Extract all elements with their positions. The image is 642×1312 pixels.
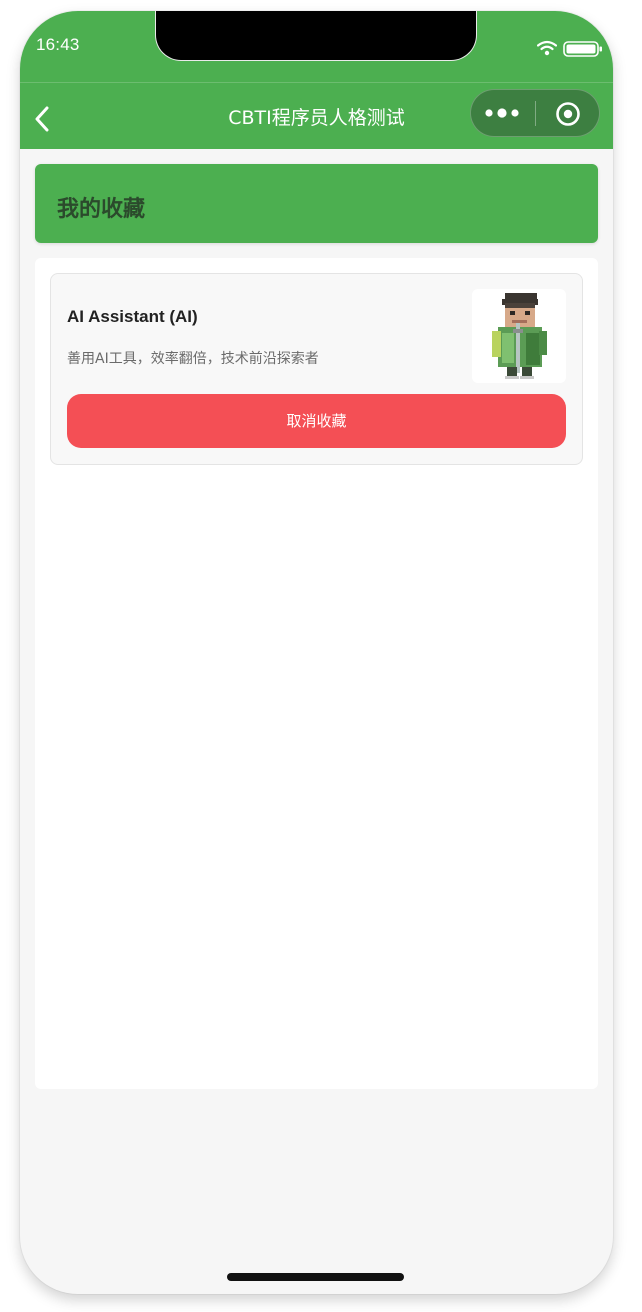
header-divider bbox=[20, 82, 613, 83]
phone-screen: 16:43 CBTI程序员人格测试 我的收藏 AI Assistant (AI)… bbox=[20, 11, 613, 1294]
status-time: 16:43 bbox=[36, 35, 80, 54]
favorite-description: 善用AI工具，效率翻倍，技术前沿探索者 bbox=[67, 351, 319, 367]
pixel-warrior-icon bbox=[492, 293, 547, 379]
capsule-separator bbox=[535, 101, 536, 126]
target-close-icon[interactable] bbox=[555, 101, 581, 127]
device-notch bbox=[155, 11, 477, 61]
favorites-list: AI Assistant (AI) 善用AI工具，效率翻倍，技术前沿探索者 取消… bbox=[35, 258, 598, 1089]
favorite-item: AI Assistant (AI) 善用AI工具，效率翻倍，技术前沿探索者 取消… bbox=[50, 273, 583, 465]
nav-header: 16:43 CBTI程序员人格测试 bbox=[20, 11, 613, 149]
favorites-header-card: 我的收藏 bbox=[35, 164, 598, 243]
wifi-icon bbox=[537, 40, 557, 56]
more-dots-icon[interactable] bbox=[483, 102, 523, 124]
unfavorite-button[interactable]: 取消收藏 bbox=[67, 394, 566, 448]
mini-program-capsule bbox=[470, 89, 600, 137]
pixel-warrior-avatar bbox=[472, 289, 566, 383]
favorite-name: AI Assistant (AI) bbox=[67, 307, 198, 326]
home-indicator bbox=[227, 1273, 404, 1281]
battery-icon bbox=[563, 41, 602, 57]
favorites-title: 我的收藏 bbox=[57, 197, 146, 222]
